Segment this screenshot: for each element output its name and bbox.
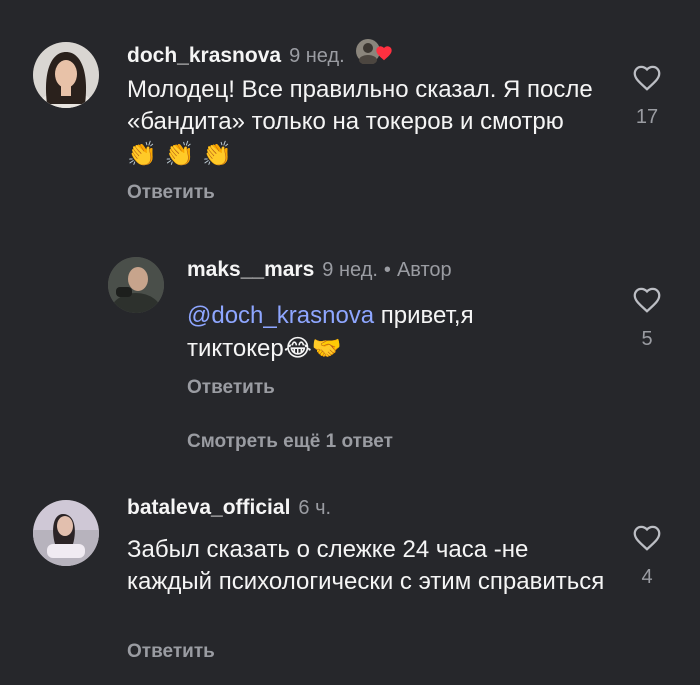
like-button[interactable]: 4	[627, 524, 667, 589]
comment-text: Молодец! Все правильно сказал. Я после «…	[127, 76, 593, 168]
comment-text: @doch_krasnova привет,я тиктокер😂🤝	[187, 302, 474, 362]
avatar-image	[33, 42, 99, 108]
view-more-replies-button[interactable]: Смотреть ещё 1 ответ	[187, 431, 393, 453]
clapping-emoji: 👏 👏 👏	[127, 140, 232, 168]
heart-outline-icon[interactable]	[632, 64, 662, 92]
timestamp: 6 ч.	[298, 497, 332, 519]
like-button[interactable]: 5	[627, 286, 667, 351]
liked-by-author-badge	[355, 38, 393, 64]
username[interactable]: bataleva_official	[127, 496, 290, 520]
avatar-image	[108, 257, 164, 313]
reply-button[interactable]: Ответить	[187, 377, 275, 399]
reply-button[interactable]: Ответить	[127, 182, 215, 204]
comment-header: bataleva_official 6 ч.	[127, 496, 331, 520]
avatar[interactable]	[33, 42, 99, 108]
mention-link[interactable]: @doch_krasnova	[187, 302, 374, 329]
avatar-image	[33, 500, 99, 566]
heart-filled-icon	[376, 46, 392, 61]
reply-button[interactable]: Ответить	[127, 641, 215, 663]
like-count: 5	[641, 328, 653, 350]
timestamp: 9 нед.	[289, 45, 345, 67]
comment-header: maks__mars 9 нед. • Автор	[187, 258, 452, 282]
author-label: Автор	[396, 259, 452, 281]
comment-text: Забыл сказать о слежке 24 часа -не кажды…	[127, 536, 605, 595]
avatar[interactable]	[33, 500, 99, 566]
separator-dot: •	[383, 259, 391, 281]
comment-header: doch_krasnova 9 нед.	[127, 36, 393, 68]
username[interactable]: maks__mars	[187, 258, 314, 282]
like-count: 4	[641, 566, 653, 588]
laughing-handshake-emoji: 😂🤝	[283, 334, 342, 362]
heart-outline-icon[interactable]	[632, 524, 662, 552]
heart-outline-icon[interactable]	[632, 286, 662, 314]
like-count: 17	[635, 106, 659, 128]
avatar[interactable]	[108, 257, 164, 313]
timestamp: 9 нед.	[322, 259, 378, 281]
username[interactable]: doch_krasnova	[127, 44, 281, 68]
like-button[interactable]: 17	[627, 64, 667, 129]
